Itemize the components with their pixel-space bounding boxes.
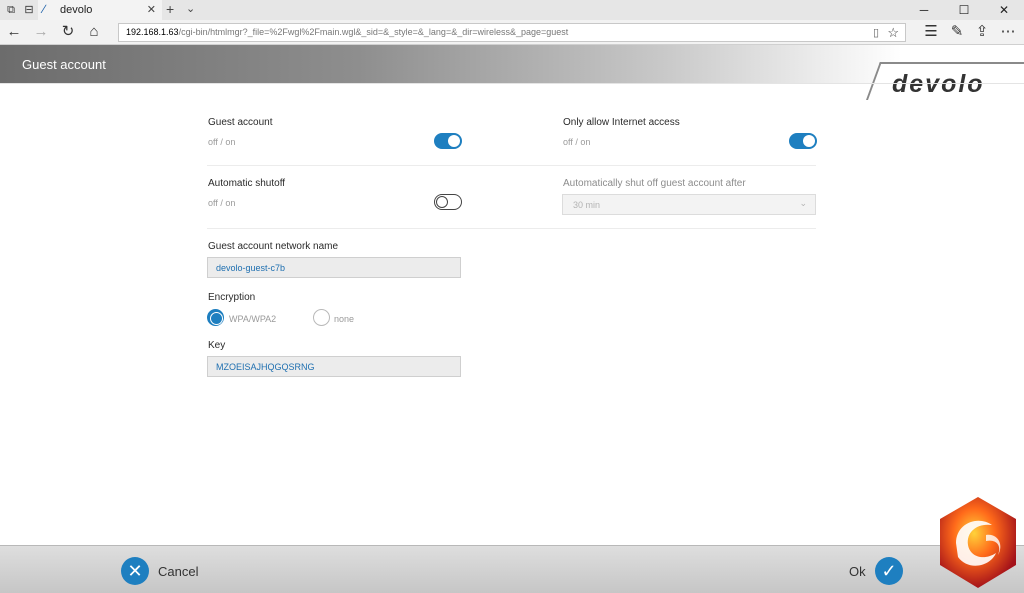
toggle-knob bbox=[436, 196, 448, 208]
toggle-knob bbox=[803, 135, 815, 147]
close-tab-icon[interactable]: ✕ bbox=[147, 3, 156, 16]
header-divider bbox=[0, 83, 1024, 84]
footer-bar: ✕ Cancel Ok ✓ bbox=[0, 545, 1024, 593]
more-icon[interactable]: ⋯ bbox=[998, 23, 1018, 41]
radio-none[interactable] bbox=[313, 309, 330, 326]
browser-tab[interactable]: ∕ devolo ✕ bbox=[38, 0, 162, 20]
favorites-list-icon[interactable]: ☰ bbox=[921, 23, 941, 41]
key-label: Key bbox=[208, 340, 226, 351]
shutoff-after-select[interactable]: 30 min ⌄ bbox=[562, 194, 816, 215]
key-value: MZOEISAJHQGQSRNG bbox=[216, 362, 315, 372]
guest-account-toggle[interactable] bbox=[434, 133, 462, 149]
radio-wpa[interactable] bbox=[207, 309, 224, 326]
forward-icon[interactable]: → bbox=[31, 23, 51, 41]
network-name-value: devolo-guest-c7b bbox=[216, 263, 286, 273]
guest-account-label: Guest account bbox=[208, 117, 273, 128]
shutoff-after-label: Automatically shut off guest account aft… bbox=[563, 178, 746, 189]
devolo-favicon-icon: ∕ bbox=[43, 2, 46, 16]
internet-only-label: Only allow Internet access bbox=[563, 117, 680, 128]
chevron-down-icon: ⌄ bbox=[799, 198, 807, 208]
address-bar[interactable]: 192.168.1.63/cgi-bin/htmlmgr?_file=%2Fwg… bbox=[118, 23, 906, 42]
watermark-logo-icon bbox=[940, 497, 1016, 588]
browser-tab-bar: ⧉ ⊟ ∕ devolo ✕ + ⌄ ─ ☐ ✕ bbox=[0, 0, 1024, 20]
page-title: Guest account bbox=[22, 57, 106, 72]
cancel-button[interactable]: Cancel bbox=[158, 564, 198, 579]
address-url: 192.168.1.63/cgi-bin/htmlmgr?_file=%2Fwg… bbox=[126, 27, 569, 37]
home-icon[interactable]: ⌂ bbox=[84, 23, 104, 41]
divider bbox=[207, 228, 816, 229]
favorite-star-icon[interactable]: ☆ bbox=[887, 25, 899, 41]
reading-view-icon[interactable]: ▯ bbox=[873, 26, 879, 39]
minimize-icon[interactable]: ─ bbox=[904, 0, 944, 20]
maximize-icon[interactable]: ☐ bbox=[944, 0, 984, 20]
ok-button[interactable]: Ok bbox=[849, 564, 866, 579]
tab-preview-icon[interactable]: ⊟ bbox=[22, 3, 36, 17]
auto-shutoff-sub: off / on bbox=[208, 198, 236, 208]
devolo-logo: devolo bbox=[892, 70, 985, 98]
shutoff-after-value: 30 min bbox=[573, 200, 601, 210]
encryption-label: Encryption bbox=[208, 292, 256, 303]
toggle-knob bbox=[448, 135, 460, 147]
divider bbox=[207, 165, 816, 166]
auto-shutoff-label: Automatic shutoff bbox=[208, 178, 286, 189]
chevron-down-icon[interactable]: ⌄ bbox=[186, 2, 195, 15]
share-icon[interactable]: ⇪ bbox=[972, 23, 992, 41]
close-window-icon[interactable]: ✕ bbox=[984, 0, 1024, 20]
auto-shutoff-toggle[interactable] bbox=[434, 194, 462, 210]
refresh-icon[interactable]: ↻ bbox=[58, 23, 78, 41]
browser-nav-bar: ← → ↻ ⌂ 192.168.1.63/cgi-bin/htmlmgr?_fi… bbox=[0, 20, 1024, 45]
network-name-label: Guest account network name bbox=[208, 241, 339, 252]
guest-account-sub: off / on bbox=[208, 137, 236, 147]
radio-none-label: none bbox=[334, 314, 355, 324]
internet-only-toggle[interactable] bbox=[789, 133, 817, 149]
pen-note-icon[interactable]: ✎ bbox=[947, 23, 967, 41]
page-header: Guest account bbox=[0, 45, 1024, 83]
key-input[interactable]: MZOEISAJHQGQSRNG bbox=[207, 356, 461, 377]
cancel-icon[interactable]: ✕ bbox=[121, 557, 149, 585]
radio-wpa-label: WPA/WPA2 bbox=[229, 314, 277, 324]
network-name-input[interactable]: devolo-guest-c7b bbox=[207, 257, 461, 278]
ok-check-icon[interactable]: ✓ bbox=[875, 557, 903, 585]
back-icon[interactable]: ← bbox=[4, 23, 24, 41]
tab-title: devolo bbox=[60, 4, 93, 16]
internet-only-sub: off / on bbox=[563, 137, 591, 147]
new-tab-icon[interactable]: + bbox=[166, 1, 174, 17]
tab-actions-icon[interactable]: ⧉ bbox=[4, 3, 18, 17]
